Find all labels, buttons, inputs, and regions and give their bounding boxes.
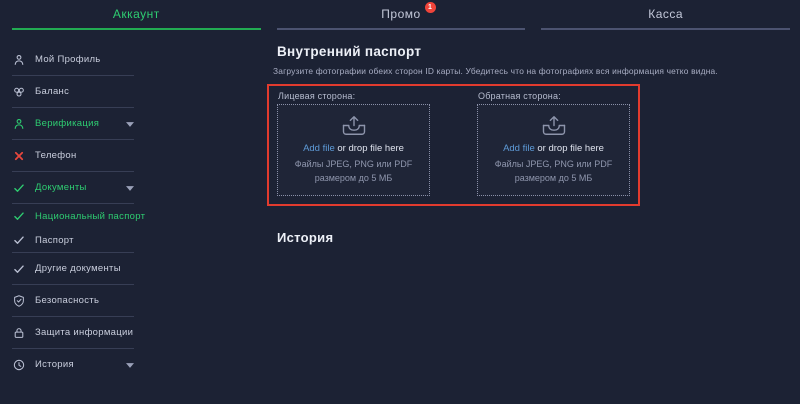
- chevron-down-icon: [126, 363, 134, 368]
- person-icon: [12, 53, 26, 67]
- sidebar-item-other-documents[interactable]: Другие документы: [12, 253, 134, 284]
- coins-icon: [12, 85, 26, 99]
- chevron-down-icon: [126, 186, 134, 191]
- page-title: Внутренний паспорт: [277, 44, 650, 59]
- tab-account[interactable]: Аккаунт: [12, 0, 261, 30]
- check-icon: [12, 233, 26, 247]
- history-section-title: История: [277, 230, 650, 245]
- file-format-hint: Файлы JPEG, PNG или PDF размером до 5 МБ: [295, 158, 412, 186]
- upload-back-dropzone[interactable]: Add file or drop file here Файлы JPEG, P…: [477, 104, 630, 196]
- drop-hint: or drop file here: [535, 143, 604, 154]
- sidebar-item-label: История: [35, 359, 74, 370]
- page-description: Загрузите фотографии обеих сторон ID кар…: [273, 66, 650, 76]
- main-content: Внутренний паспорт Загрузите фотографии …: [267, 44, 650, 245]
- check-icon: [12, 209, 26, 223]
- sidebar-item-documents[interactable]: Документы: [12, 172, 134, 203]
- tab-cashier-label: Касса: [648, 7, 683, 21]
- history-icon: [12, 358, 26, 372]
- check-icon: [12, 181, 26, 195]
- lock-icon: [12, 326, 26, 340]
- sidebar-item-security[interactable]: Безопасность: [12, 285, 134, 316]
- upload-highlight-box: Лицевая сторона: Add file or drop file h…: [267, 84, 640, 206]
- add-file-link[interactable]: Add file: [503, 143, 535, 154]
- tab-cashier[interactable]: Касса: [541, 0, 790, 30]
- x-icon: [12, 149, 26, 163]
- sidebar-item-label: Мой Профиль: [35, 54, 101, 65]
- sidebar-item-national-passport[interactable]: Национальный паспорт: [12, 204, 134, 228]
- tab-promo[interactable]: Промо 1: [277, 0, 526, 30]
- sidebar-item-phone[interactable]: Телефон: [12, 140, 134, 171]
- upload-front-label: Лицевая сторона:: [278, 91, 430, 101]
- sidebar-item-label: Телефон: [35, 150, 77, 161]
- file-format-hint: Файлы JPEG, PNG или PDF размером до 5 МБ: [495, 158, 612, 186]
- notification-badge: 1: [425, 2, 436, 13]
- sidebar-item-balance[interactable]: Баланс: [12, 76, 134, 107]
- sidebar-item-my-profile[interactable]: Мой Профиль: [12, 44, 134, 75]
- sidebar-item-label: Верификация: [35, 118, 99, 129]
- add-file-link[interactable]: Add file: [303, 143, 335, 154]
- add-file-line: Add file or drop file here: [303, 143, 404, 154]
- sidebar-item-label: Другие документы: [35, 263, 121, 274]
- upload-front-section: Лицевая сторона: Add file or drop file h…: [277, 89, 430, 196]
- sidebar-item-verification[interactable]: Верификация: [12, 108, 134, 139]
- tab-promo-label: Промо 1: [381, 7, 420, 21]
- sidebar-item-history[interactable]: История: [12, 349, 134, 380]
- sidebar-item-label: Паспорт: [35, 235, 74, 246]
- tab-account-label: Аккаунт: [113, 7, 160, 21]
- sidebar: Мой Профиль Баланс Верификация: [12, 44, 134, 380]
- upload-back-section: Обратная сторона: Add file or drop file …: [477, 89, 630, 196]
- sidebar-item-label: Безопасность: [35, 295, 99, 306]
- sidebar-item-label: Баланс: [35, 86, 69, 97]
- sidebar-item-label: Защита информации: [35, 327, 133, 338]
- chevron-down-icon: [126, 122, 134, 127]
- upload-icon: [340, 114, 368, 137]
- sidebar-item-label: Документы: [35, 182, 87, 193]
- add-file-line: Add file or drop file here: [503, 143, 604, 154]
- shield-icon: [12, 294, 26, 308]
- drop-hint: or drop file here: [335, 143, 404, 154]
- upload-front-dropzone[interactable]: Add file or drop file here Файлы JPEG, P…: [277, 104, 430, 196]
- upload-icon: [540, 114, 568, 137]
- sidebar-item-label: Национальный паспорт: [35, 211, 145, 222]
- check-icon: [12, 262, 26, 276]
- person-icon: [12, 117, 26, 131]
- sidebar-item-passport[interactable]: Паспорт: [12, 228, 134, 252]
- sidebar-item-data-protection[interactable]: Защита информации: [12, 317, 134, 348]
- account-page: Аккаунт Промо 1 Касса Мой Профиль: [0, 0, 800, 404]
- top-tabbar: Аккаунт Промо 1 Касса: [0, 0, 800, 30]
- upload-back-label: Обратная сторона:: [478, 91, 630, 101]
